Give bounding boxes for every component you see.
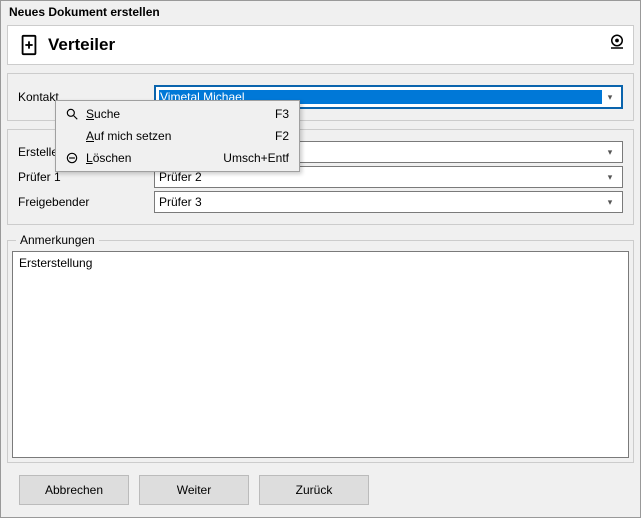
- menu-assign-label: Auf mich setzen: [82, 129, 275, 143]
- search-icon: [62, 107, 82, 121]
- approver-label: Freigebender: [18, 195, 154, 209]
- next-button[interactable]: Weiter: [139, 475, 249, 505]
- cancel-button[interactable]: Abbrechen: [19, 475, 129, 505]
- notes-legend: Anmerkungen: [16, 233, 99, 247]
- window-title: Neues Dokument erstellen: [1, 1, 640, 23]
- delete-icon: [62, 151, 82, 165]
- contact-group: Kontakt Vimetal Michael ▾ Suche F3 Au: [7, 73, 634, 121]
- reviewer1-value: Prüfer 2: [159, 170, 602, 184]
- menu-delete[interactable]: Löschen Umsch+Entf: [58, 147, 297, 169]
- chevron-down-icon[interactable]: ▾: [602, 92, 618, 103]
- notes-textarea[interactable]: Ersterstellung: [12, 251, 629, 458]
- dialog-window: Neues Dokument erstellen Verteiler Konta…: [0, 0, 641, 518]
- menu-search[interactable]: Suche F3: [58, 103, 297, 125]
- menu-delete-label: Löschen: [82, 151, 223, 165]
- approver-value: Prüfer 3: [159, 195, 602, 209]
- reviewer1-label: Prüfer 1: [18, 170, 154, 184]
- notes-group: Anmerkungen Ersterstellung: [7, 233, 634, 463]
- menu-delete-shortcut: Umsch+Entf: [223, 151, 289, 165]
- chevron-down-icon[interactable]: ▾: [602, 172, 618, 183]
- menu-assign-me[interactable]: Auf mich setzen F2: [58, 125, 297, 147]
- add-document-icon: [18, 34, 40, 56]
- chevron-down-icon[interactable]: ▾: [602, 147, 618, 158]
- menu-search-shortcut: F3: [275, 107, 289, 121]
- help-icon[interactable]: [607, 32, 627, 52]
- back-button[interactable]: Zurück: [259, 475, 369, 505]
- context-menu: Suche F3 Auf mich setzen F2 Löschen Umsc…: [55, 100, 300, 172]
- button-row: Abbrechen Weiter Zurück: [7, 471, 634, 511]
- page-title: Verteiler: [48, 35, 115, 55]
- approver-combobox[interactable]: Prüfer 3 ▾: [154, 191, 623, 213]
- chevron-down-icon[interactable]: ▾: [602, 197, 618, 208]
- menu-assign-shortcut: F2: [275, 129, 289, 143]
- menu-search-label: Suche: [82, 107, 275, 121]
- header-panel: Verteiler: [7, 25, 634, 65]
